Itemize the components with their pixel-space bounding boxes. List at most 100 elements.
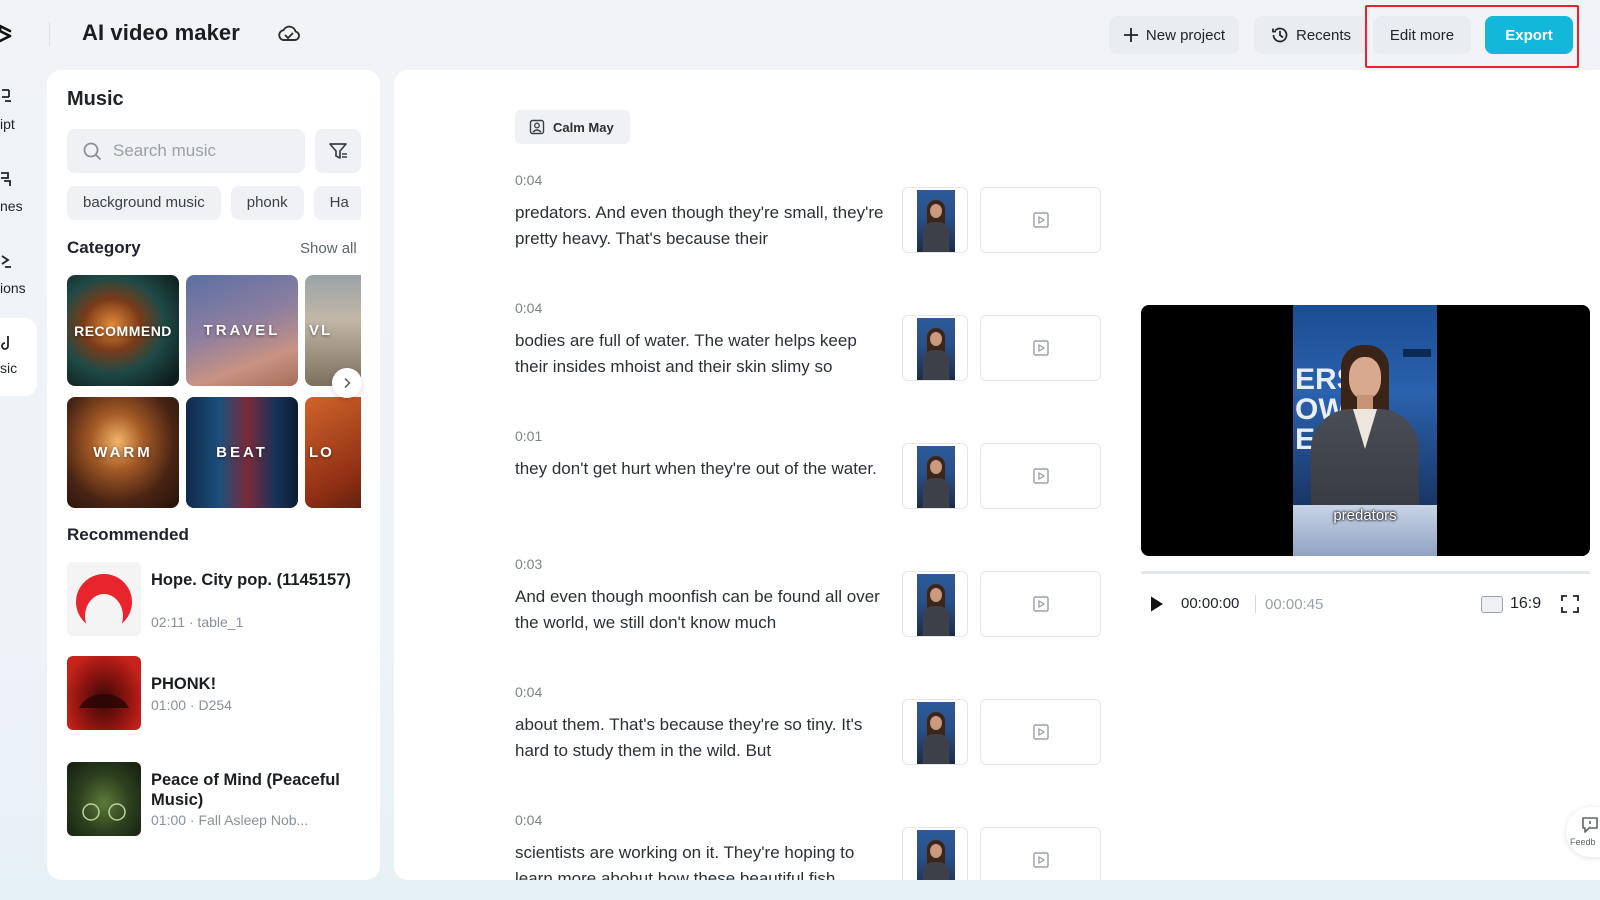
category-label: RECOMMEND — [74, 322, 172, 339]
rail-item-label: sic — [0, 360, 18, 376]
segment-text[interactable]: bodies are full of water. The water help… — [515, 328, 890, 380]
rail-item-captions[interactable]: ions — [0, 246, 37, 318]
search-box — [67, 129, 305, 173]
script-segment: 0:03 And even though moonfish can be fou… — [515, 556, 1105, 684]
script-segment: 0:04 about them. That's because they're … — [515, 684, 1105, 812]
scenes-icon — [1, 172, 11, 186]
segment-thumbnail[interactable] — [902, 571, 968, 637]
highlight-annotation-box — [1365, 5, 1579, 68]
left-tool-rail: ipt nes ions sic — [0, 70, 40, 410]
music-panel-title: Music — [67, 88, 124, 110]
album-art-icon — [76, 574, 132, 636]
segment-duration: 0:01 — [515, 428, 543, 444]
chip-ha[interactable]: Ha — [313, 186, 361, 220]
add-media-slot[interactable] — [980, 571, 1101, 637]
category-tile-recommend[interactable]: RECOMMEND — [67, 275, 179, 386]
add-media-slot[interactable] — [980, 443, 1101, 509]
segment-thumbnail[interactable] — [902, 443, 968, 509]
new-project-button[interactable]: New project — [1109, 16, 1239, 54]
rail-item-music[interactable]: sic — [0, 318, 37, 396]
fullscreen-icon[interactable] — [1560, 594, 1580, 614]
rail-item-label: ipt — [0, 116, 15, 132]
filter-button[interactable] — [315, 129, 361, 173]
category-next-button[interactable] — [332, 368, 362, 398]
category-tile-travel[interactable]: TRAVEL — [186, 275, 298, 386]
track-name: Hope. City pop. (1145157) — [151, 571, 351, 589]
script-segment: 0:01 they don't get hurt when they're ou… — [515, 428, 1105, 556]
preview-frame: ERS OWS EN predators — [1293, 305, 1437, 556]
voice-selector-button[interactable]: Calm May — [515, 110, 630, 144]
rail-item-label: nes — [0, 198, 23, 214]
video-preview[interactable]: ERS OWS EN predators — [1141, 305, 1590, 556]
category-label: LO — [309, 444, 334, 461]
chevron-right-icon — [344, 377, 351, 389]
music-icon — [1, 336, 9, 350]
script-icon — [2, 89, 11, 102]
category-title: Category — [67, 238, 141, 257]
add-media-slot[interactable] — [980, 187, 1101, 253]
segment-text[interactable]: predators. And even though they're small… — [515, 200, 890, 252]
add-media-icon — [1032, 852, 1049, 868]
add-media-slot[interactable] — [980, 315, 1101, 381]
history-icon — [1272, 27, 1288, 43]
chip-background-music[interactable]: background music — [67, 186, 221, 220]
feedback-icon — [1582, 817, 1598, 833]
aspect-ratio-label[interactable]: 16:9 — [1510, 595, 1541, 613]
header: AI video maker New project Recents Edit … — [0, 0, 1600, 70]
rail-item-scenes[interactable]: nes — [0, 164, 37, 236]
time-separator — [1255, 595, 1256, 613]
segment-duration: 0:04 — [515, 684, 543, 700]
segment-duration: 0:03 — [515, 556, 543, 572]
voice-label: Calm May — [553, 119, 614, 135]
search-music-input[interactable] — [113, 129, 298, 173]
category-tile-lofi[interactable]: LO — [305, 397, 361, 508]
cloud-sync-icon[interactable] — [277, 23, 301, 45]
script-panel: Calm May 0:04 predators. And even though… — [394, 70, 1600, 880]
add-media-slot[interactable] — [980, 699, 1101, 765]
segment-text[interactable]: they don't get hurt when they're out of … — [515, 456, 890, 482]
segment-text[interactable]: And even though moonfish can be found al… — [515, 584, 890, 636]
track-cover — [67, 562, 141, 636]
category-label: WARM — [93, 444, 153, 461]
album-art-icon — [79, 694, 129, 708]
rail-item-script[interactable]: ipt — [0, 82, 37, 154]
capcut-logo-icon[interactable] — [0, 22, 12, 46]
recommended-title: Recommended — [67, 525, 189, 544]
segment-thumbnail[interactable] — [902, 827, 968, 880]
add-media-icon — [1032, 340, 1049, 356]
track-item[interactable]: Peace of Mind (Peaceful Music) 01:00 · F… — [67, 762, 367, 838]
plus-icon — [1123, 28, 1138, 42]
track-item[interactable]: Hope. City pop. (1145157) 02:11 · table_… — [67, 562, 367, 638]
segment-text[interactable]: about them. That's because they're so ti… — [515, 712, 890, 764]
playback-progress-bar[interactable] — [1141, 571, 1590, 574]
segment-thumbnail[interactable] — [902, 315, 968, 381]
aspect-ratio-icon[interactable] — [1481, 596, 1503, 613]
script-segment: 0:04 predators. And even though they're … — [515, 172, 1105, 300]
feedback-label: Feedb — [1570, 837, 1596, 847]
captions-icon — [1, 255, 11, 268]
category-tile-beat[interactable]: BEAT — [186, 397, 298, 508]
track-meta: 02:11 · table_1 — [151, 614, 244, 630]
segment-text[interactable]: scientists are working on it. They're ho… — [515, 840, 890, 880]
track-item[interactable]: PHONK! 01:00 · D254 — [67, 656, 367, 732]
segment-duration: 0:04 — [515, 812, 543, 828]
add-media-icon — [1032, 468, 1049, 484]
show-all-link[interactable]: Show all — [300, 240, 357, 257]
add-media-icon — [1032, 596, 1049, 612]
script-segment: 0:04 scientists are working on it. They'… — [515, 812, 1105, 880]
segment-duration: 0:04 — [515, 172, 543, 188]
track-cover — [67, 762, 141, 836]
current-time: 00:00:00 — [1181, 595, 1240, 612]
category-label: BEAT — [216, 444, 268, 461]
playback-controls: 00:00:00 00:00:45 16:9 — [1141, 589, 1590, 621]
play-icon[interactable] — [1145, 593, 1167, 615]
segment-thumbnail[interactable] — [902, 699, 968, 765]
category-tile-warm[interactable]: WARM — [67, 397, 179, 508]
segment-thumbnail[interactable] — [902, 187, 968, 253]
add-media-icon — [1032, 212, 1049, 228]
add-media-icon — [1032, 724, 1049, 740]
recents-button[interactable]: Recents — [1254, 16, 1368, 54]
preview-caption: predators — [1333, 507, 1397, 524]
chip-phonk[interactable]: phonk — [230, 186, 304, 220]
add-media-slot[interactable] — [980, 827, 1101, 880]
